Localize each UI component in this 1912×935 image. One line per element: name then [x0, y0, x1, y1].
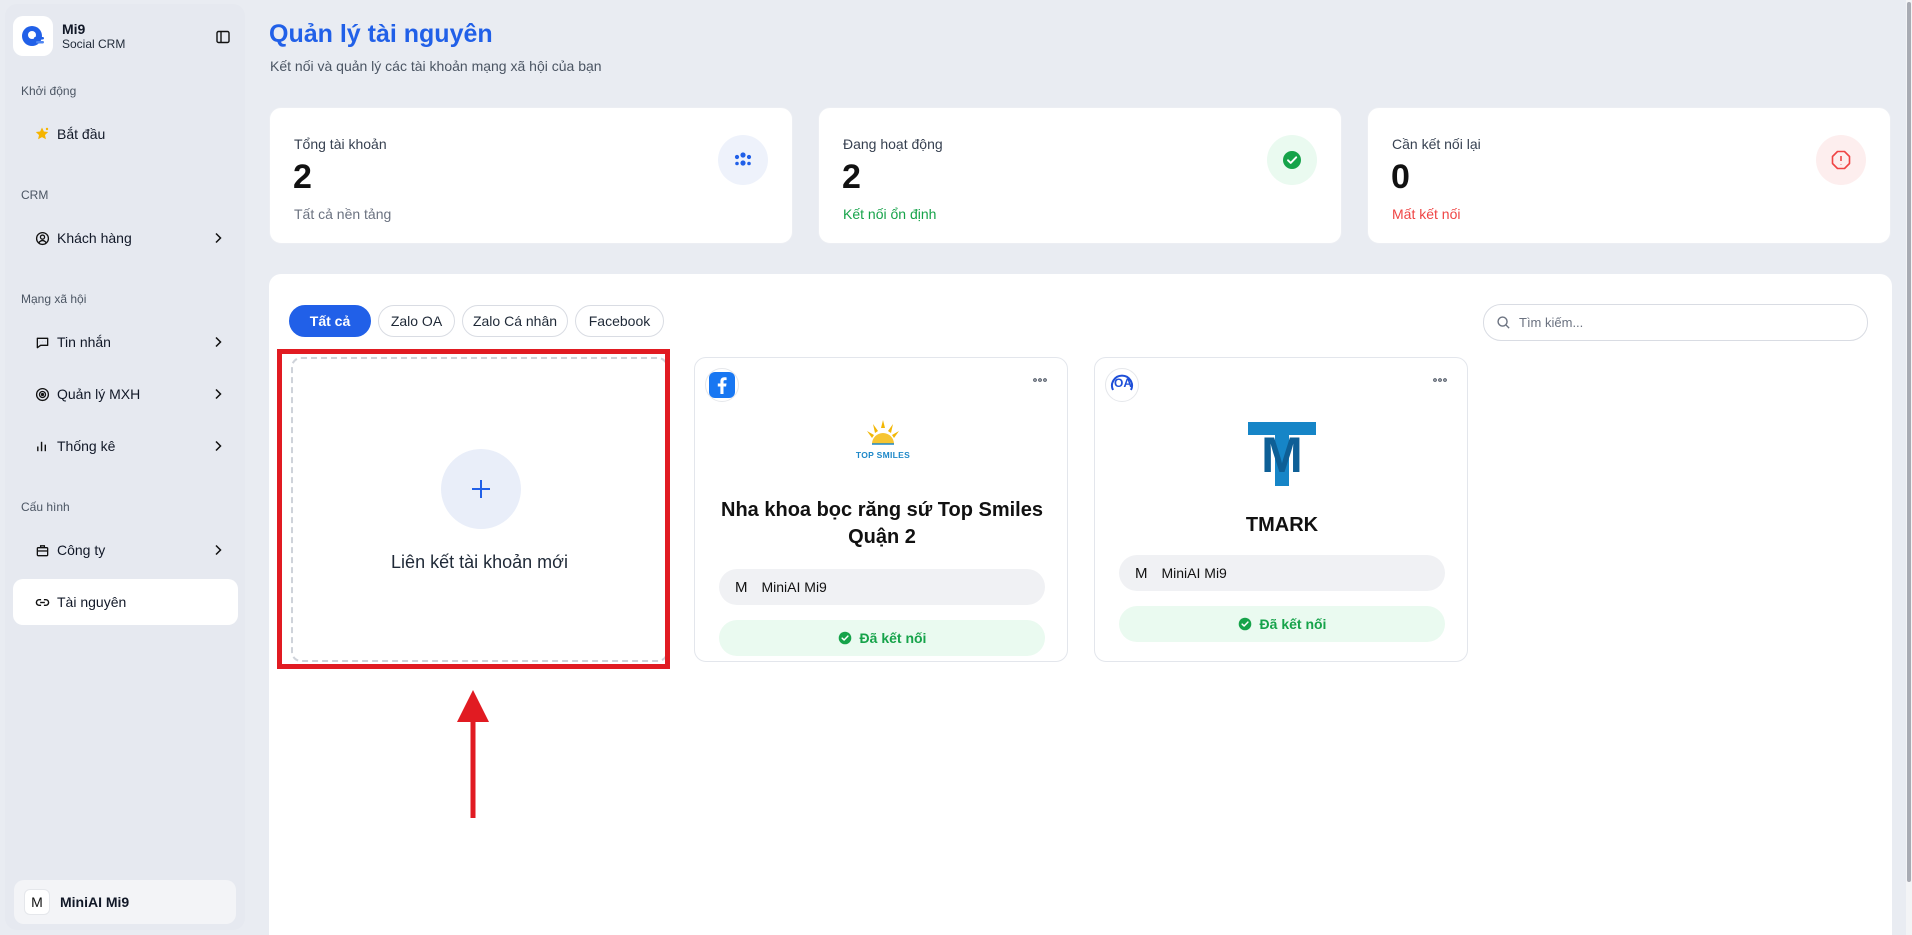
check-circle-icon: [1267, 135, 1317, 185]
stat-note: Kết nối ổn định: [843, 206, 937, 222]
tab-zalo-oa[interactable]: Zalo OA: [378, 305, 455, 337]
status-text: Đã kết nối: [1259, 616, 1327, 632]
sidebar-item-label: Khách hàng: [57, 230, 132, 246]
highlight-annotation: [277, 349, 670, 669]
sidebar-item-label: Quản lý MXH: [57, 386, 141, 402]
orbit-icon: [33, 385, 51, 403]
chevron-right-icon: [215, 336, 222, 348]
page-subtitle: Kết nối và quản lý các tài khoản mạng xã…: [270, 58, 602, 74]
sparkle-star-icon: [33, 125, 51, 143]
message-icon: [33, 333, 51, 351]
building-icon: [33, 541, 51, 559]
owner-avatar: M: [735, 578, 748, 596]
sidebar-item-thong-ke[interactable]: Thống kê: [13, 423, 238, 469]
scrollbar-thumb[interactable]: [1907, 2, 1911, 882]
account-name: Nha khoa bọc răng sứ Top Smiles Quận 2: [721, 499, 1043, 548]
stat-value: 2: [842, 158, 861, 196]
status-badge: Đã kết nối: [1119, 606, 1445, 642]
account-logo: M: [1248, 422, 1316, 486]
status-text: Đã kết nối: [859, 630, 927, 646]
sidebar: Mi9 Social CRM Khởi động Bắt đầu CRM Khá…: [5, 4, 245, 930]
section-label-khoi-dong: Khởi động: [21, 84, 77, 98]
stat-value: 2: [293, 158, 312, 196]
account-owner: M MiniAI Mi9: [1119, 555, 1445, 591]
stat-note: Mất kết nối: [1392, 206, 1461, 222]
search-box: [1483, 304, 1868, 341]
owner-name: MiniAI Mi9: [1161, 565, 1227, 581]
chevron-right-icon: [215, 440, 222, 452]
tab-facebook[interactable]: Facebook: [575, 305, 664, 337]
sidebar-item-label: Bắt đầu: [57, 126, 106, 142]
sidebar-item-label: Tài nguyên: [57, 594, 127, 610]
tab-tat-ca[interactable]: Tất cả: [289, 305, 371, 337]
brand-name: Mi9: [62, 20, 86, 37]
stat-label: Tổng tài khoản: [294, 136, 387, 152]
chevron-right-icon: [215, 232, 222, 244]
account-logo: TOP SMILES: [848, 416, 918, 466]
link-icon: [33, 593, 51, 611]
sidebar-item-label: Thống kê: [57, 438, 116, 454]
accounts-panel: Tất cả Zalo OA Zalo Cá nhân Facebook Liê…: [269, 274, 1892, 935]
section-label-cau-hinh: Cấu hình: [21, 500, 70, 514]
account-name: TMARK: [1245, 514, 1319, 536]
users-icon: [718, 135, 768, 185]
tab-zalo-ca-nhan[interactable]: Zalo Cá nhân: [462, 305, 568, 337]
sidebar-item-tin-nhan[interactable]: Tin nhắn: [13, 319, 238, 365]
stat-card-active: Đang hoạt động 2 Kết nối ổn định: [818, 107, 1342, 244]
account-logo-text: M: [1261, 427, 1303, 483]
more-options-icon[interactable]: [1031, 376, 1049, 384]
user-name: MiniAI Mi9: [60, 894, 130, 910]
section-label-crm: CRM: [21, 188, 49, 202]
brand[interactable]: Mi9 Social CRM: [13, 16, 125, 56]
bar-chart-icon: [33, 437, 51, 455]
brand-logo-icon: [13, 16, 53, 56]
search-icon: [1497, 316, 1510, 329]
section-label-mang-xa-hoi: Mạng xã hội: [21, 292, 87, 306]
chevron-right-icon: [215, 544, 222, 556]
account-owner: M MiniAI Mi9: [719, 569, 1045, 605]
alert-octagon-icon: [1816, 135, 1866, 185]
red-arrow-annotation: [457, 690, 489, 818]
sidebar-item-cong-ty[interactable]: Công ty: [13, 527, 238, 573]
owner-name: MiniAI Mi9: [761, 579, 827, 595]
page-title: Quản lý tài nguyên: [269, 20, 493, 48]
user-menu[interactable]: M MiniAI Mi9: [14, 880, 236, 924]
zalo-oa-badge-text: OA: [1114, 376, 1132, 390]
avatar: M: [24, 889, 50, 915]
facebook-icon: [705, 368, 739, 402]
sidebar-item-bat-dau[interactable]: Bắt đầu: [13, 111, 238, 157]
stat-note: Tất cả nền tảng: [294, 206, 392, 222]
account-card[interactable]: TOP SMILES Nha khoa bọc răng sứ Top Smil…: [694, 357, 1068, 662]
stat-card-reconnect: Cần kết nối lại 0 Mất kết nối: [1367, 107, 1891, 244]
owner-avatar: M: [1135, 564, 1148, 582]
sidebar-item-khach-hang[interactable]: Khách hàng: [13, 215, 238, 261]
main-content: Quản lý tài nguyên Kết nối và quản lý cá…: [252, 4, 1907, 935]
status-badge: Đã kết nối: [719, 620, 1045, 656]
sidebar-item-quan-ly-mxh[interactable]: Quản lý MXH: [13, 371, 238, 417]
check-circle-icon: [838, 631, 852, 645]
zalo-oa-icon: OA: [1105, 368, 1139, 402]
sidebar-item-label: Công ty: [57, 542, 106, 558]
chevron-right-icon: [215, 388, 222, 400]
stat-label: Cần kết nối lại: [1392, 136, 1481, 152]
account-card[interactable]: OA M TMARK M MiniAI Mi9 Đã kết nối: [1094, 357, 1468, 662]
search-input[interactable]: [1519, 315, 1849, 330]
brand-subtitle: Social CRM: [62, 36, 126, 51]
stat-value: 0: [1391, 158, 1410, 196]
more-options-icon[interactable]: [1431, 376, 1449, 384]
account-logo-text: TOP SMILES: [855, 450, 911, 460]
check-circle-icon: [1238, 617, 1252, 631]
stat-label: Đang hoạt động: [843, 136, 943, 152]
user-circle-icon: [33, 229, 51, 247]
stat-card-total: Tổng tài khoản 2 Tất cả nền tảng: [269, 107, 793, 244]
sidebar-toggle-icon[interactable]: [213, 27, 233, 47]
sidebar-item-tai-nguyen[interactable]: Tài nguyên: [13, 579, 238, 625]
sidebar-item-label: Tin nhắn: [57, 334, 111, 350]
